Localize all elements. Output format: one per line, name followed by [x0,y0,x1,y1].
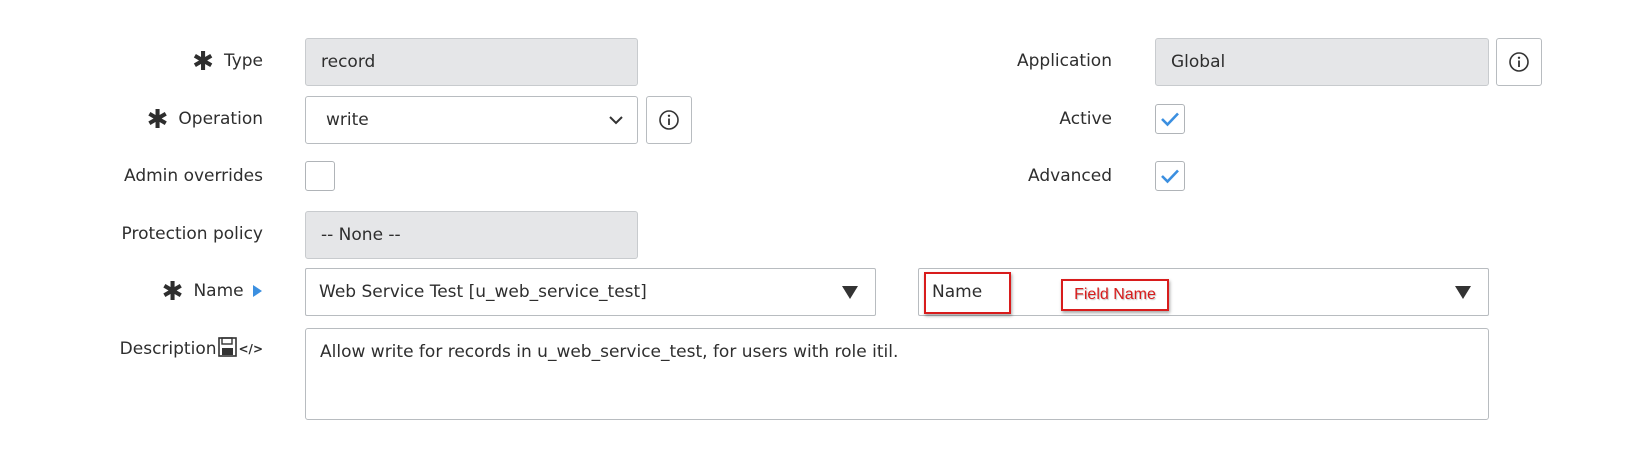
admin-overrides-checkbox[interactable] [305,161,335,191]
required-icon: ✱ [161,277,184,307]
type-label-row: ✱ Type [150,47,263,77]
operation-label: Operation [178,109,263,129]
active-checkbox[interactable] [1155,104,1185,134]
name-table-value: Web Service Test [u_web_service_test] [319,282,647,302]
application-field[interactable]: Global [1155,38,1489,86]
name-label-row: ✱ Name [130,277,263,307]
description-textarea[interactable]: Allow write for records in u_web_service… [305,328,1489,420]
type-field[interactable]: record [305,38,638,86]
annotation-field-name-box: Field Name [1061,279,1169,311]
advanced-label: Advanced [1028,166,1112,186]
required-icon: ✱ [146,105,169,135]
protection-policy-label: Protection policy [121,224,263,244]
checkmark-icon [1161,169,1179,184]
description-label-row: Description </> [100,335,263,363]
name-table-select[interactable]: Web Service Test [u_web_service_test] [305,268,876,316]
expand-triangle-icon[interactable] [251,284,263,298]
admin-overrides-label: Admin overrides [123,166,263,186]
active-label: Active [1059,109,1112,129]
operation-info-button[interactable] [646,96,692,144]
protection-policy-field[interactable]: -- None -- [305,211,638,259]
annotation-field-name-label: Field Name [1074,286,1156,303]
chevron-down-icon [609,116,623,125]
save-icon[interactable] [217,337,237,357]
name-label: Name [193,281,244,301]
description-label: Description [119,339,217,359]
application-info-button[interactable] [1496,38,1542,86]
operation-label-row: ✱ Operation [120,105,263,135]
annotation-highlight-box [924,272,1011,314]
description-text: Allow write for records in u_web_service… [320,342,899,362]
operation-select-value: write [326,110,369,130]
operation-select[interactable]: write [305,96,638,144]
code-toggle-icon[interactable]: </> [239,342,264,356]
info-icon [659,110,679,130]
info-icon [1509,52,1529,72]
dropdown-triangle-icon [1455,286,1471,299]
advanced-checkbox[interactable] [1155,161,1185,191]
dropdown-triangle-icon [842,286,858,299]
checkmark-icon [1161,112,1179,127]
required-icon: ✱ [192,47,214,77]
type-label: Type [223,51,263,71]
application-label: Application [1017,51,1112,71]
